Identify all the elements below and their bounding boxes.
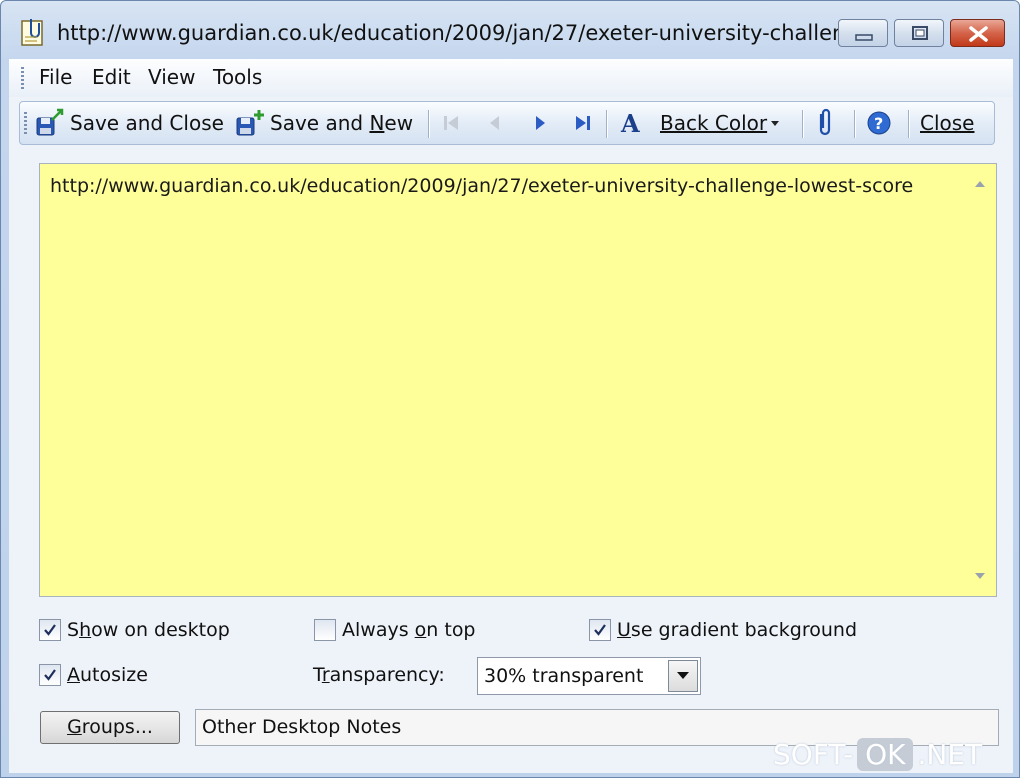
autosize-option[interactable]: Autosize (39, 664, 148, 686)
menu-tools[interactable]: Tools (213, 65, 262, 89)
vertical-scrollbar[interactable] (964, 164, 996, 596)
previous-icon (490, 116, 499, 130)
save-and-close-label: Save and Close (70, 111, 224, 135)
svg-text:?: ? (874, 114, 883, 133)
save-new-icon (236, 110, 264, 136)
toolbar-separator (428, 110, 429, 138)
checkmark-icon (44, 669, 56, 681)
toolbar-separator (802, 110, 803, 138)
font-icon: A (620, 109, 640, 138)
toolbar-separator (606, 110, 607, 138)
menu-grip[interactable] (21, 67, 24, 89)
toolbar-grip[interactable] (24, 112, 27, 134)
first-icon (444, 116, 458, 130)
scroll-up-icon[interactable] (974, 180, 986, 188)
menu-edit[interactable]: Edit (92, 65, 131, 89)
watermark-ok: OK (857, 737, 914, 771)
groups-button[interactable]: Groups... (40, 711, 180, 744)
last-icon (576, 116, 590, 130)
menu-bar: File Edit View Tools (9, 59, 1013, 97)
always-on-top-option[interactable]: Always on top (314, 619, 476, 641)
use-gradient-label: Use gradient background (617, 619, 858, 641)
use-gradient-option[interactable]: Use gradient background (589, 619, 857, 641)
toolbar-separator (854, 110, 855, 138)
chevron-down-icon (677, 672, 689, 679)
checkmark-icon (594, 624, 606, 636)
watermark: SOFT- OK .NET (773, 734, 982, 774)
svg-text:A: A (620, 109, 640, 138)
attach-button[interactable] (812, 108, 838, 138)
always-on-top-label: Always on top (342, 619, 476, 641)
next-icon (536, 116, 545, 130)
show-on-desktop-checkbox[interactable] (39, 619, 61, 641)
save-and-new-button[interactable]: Save and New (234, 108, 413, 138)
maximize-icon (912, 26, 928, 40)
watermark-right: .NET (917, 737, 983, 771)
toolbar-close-button[interactable]: Close (920, 108, 974, 138)
window-title: http://www.guardian.co.uk/education/2009… (57, 21, 866, 45)
help-button[interactable]: ? (864, 108, 894, 138)
autosize-checkbox[interactable] (39, 664, 61, 686)
save-and-close-button[interactable]: Save and Close (34, 108, 224, 138)
minimize-icon (855, 34, 873, 41)
save-and-new-label: Save and New (270, 111, 414, 135)
toolbar-separator (908, 110, 909, 138)
maximize-button[interactable] (894, 19, 944, 47)
menu-view[interactable]: View (148, 65, 195, 89)
menu-file[interactable]: File (39, 65, 72, 89)
transparency-value: 30% transparent (484, 665, 644, 687)
close-icon (969, 26, 988, 42)
paperclip-icon (819, 108, 831, 136)
watermark-left: SOFT- (773, 737, 854, 771)
transparency-dropdown-button[interactable] (668, 660, 698, 692)
note-app-icon (21, 19, 43, 46)
minimize-button[interactable] (838, 19, 888, 47)
help-icon: ? (867, 111, 891, 135)
groups-value: Other Desktop Notes (202, 716, 402, 738)
previous-note-button[interactable] (482, 108, 508, 138)
transparency-select[interactable]: 30% transparent (477, 657, 701, 695)
note-text[interactable]: http://www.guardian.co.uk/education/2009… (50, 172, 930, 201)
autosize-label: Autosize (67, 664, 148, 686)
last-note-button[interactable] (570, 108, 596, 138)
window-client-area: File Edit View Tools Save and Close Save… (9, 59, 1013, 773)
checkmark-icon (44, 624, 56, 636)
show-on-desktop-label: Show on desktop (67, 619, 230, 641)
note-text-area[interactable]: http://www.guardian.co.uk/education/2009… (39, 163, 997, 597)
back-color-button[interactable]: Back Color (660, 108, 783, 138)
back-color-label: Back Color (660, 111, 768, 135)
close-label: Close (920, 111, 975, 135)
next-note-button[interactable] (527, 108, 553, 138)
toolbar: Save and Close Save and New A Back Color… (19, 101, 995, 145)
font-button[interactable]: A (616, 108, 644, 138)
window-close-button[interactable] (950, 19, 1005, 47)
show-on-desktop-option[interactable]: Show on desktop (39, 619, 230, 641)
note-window: http://www.guardian.co.uk/education/2009… (0, 0, 1020, 778)
scroll-down-icon[interactable] (974, 572, 986, 580)
first-note-button[interactable] (438, 108, 464, 138)
save-close-icon (36, 108, 64, 136)
use-gradient-checkbox[interactable] (589, 619, 611, 641)
always-on-top-checkbox[interactable] (314, 619, 336, 641)
title-bar[interactable]: http://www.guardian.co.uk/education/2009… (1, 1, 1019, 63)
dropdown-arrow-icon (771, 121, 780, 126)
transparency-label: Transparency: (313, 664, 445, 686)
